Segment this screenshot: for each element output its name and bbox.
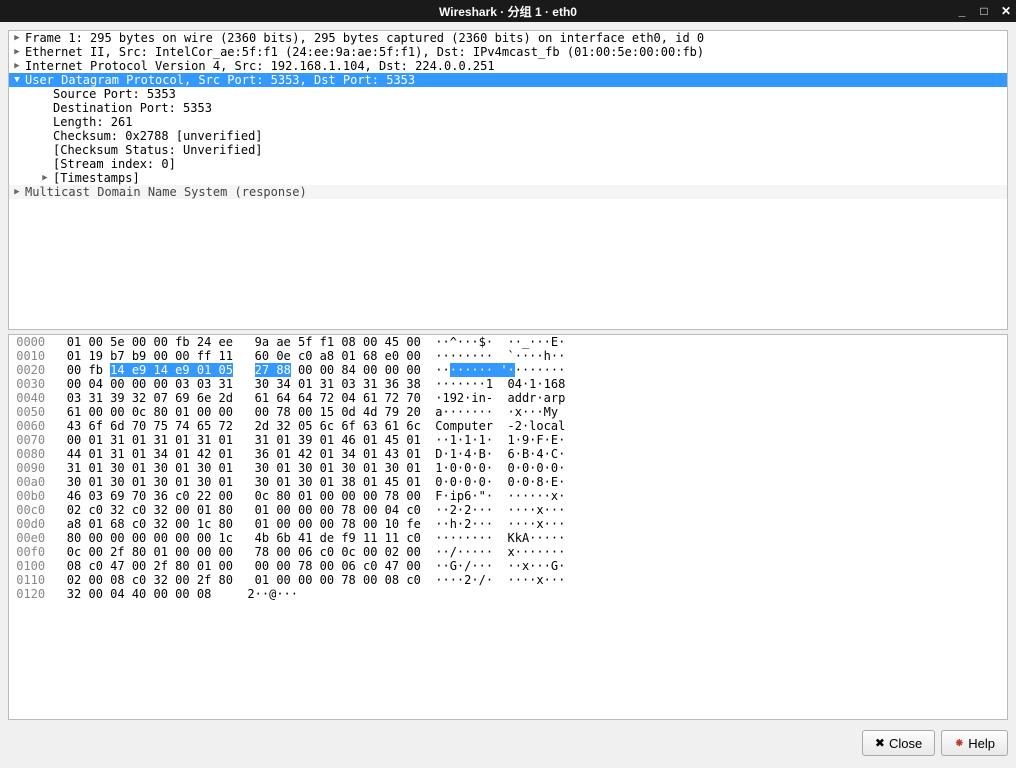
tree-row[interactable]: ▶Internet Protocol Version 4, Src: 192.1…	[9, 59, 1007, 73]
hex-row[interactable]: 00f0 0c 00 2f 80 01 00 00 00 78 00 06 c0…	[9, 545, 1007, 559]
tree-row[interactable]: ▶Frame 1: 295 bytes on wire (2360 bits),…	[9, 31, 1007, 45]
close-button[interactable]: ✖ Close	[862, 730, 935, 756]
hex-row[interactable]: 00d0 a8 01 68 c0 32 00 1c 80 01 00 00 00…	[9, 517, 1007, 531]
hex-row[interactable]: 0080 44 01 31 01 34 01 42 01 36 01 42 01…	[9, 447, 1007, 461]
tree-row[interactable]: Destination Port: 5353	[9, 101, 1007, 115]
expand-arrow-icon[interactable]: ▶	[9, 45, 25, 59]
packet-details-pane[interactable]: ▶Frame 1: 295 bytes on wire (2360 bits),…	[8, 30, 1008, 330]
help-button[interactable]: ⁕ Help	[941, 730, 1008, 756]
help-label: Help	[968, 736, 995, 751]
hex-row[interactable]: 0100 08 c0 47 00 2f 80 01 00 00 00 78 00…	[9, 559, 1007, 573]
hex-row[interactable]: 0120 32 00 04 40 00 00 08 2··@···	[9, 587, 1007, 601]
hex-row[interactable]: 0020 00 fb 14 e9 14 e9 01 05 27 88 00 00…	[9, 363, 1007, 377]
close-window-button[interactable]: ✕	[1000, 5, 1012, 17]
hex-row[interactable]: 0070 00 01 31 01 31 01 31 01 31 01 39 01…	[9, 433, 1007, 447]
expand-arrow-icon[interactable]: ▶	[9, 59, 25, 73]
hex-row[interactable]: 0030 00 04 00 00 00 03 03 31 30 34 01 31…	[9, 377, 1007, 391]
help-icon: ⁕	[954, 736, 964, 750]
tree-row[interactable]: [Stream index: 0]	[9, 157, 1007, 171]
expand-arrow-icon[interactable]: ▶	[9, 185, 25, 199]
hex-row[interactable]: 00c0 02 c0 32 c0 32 00 01 80 01 00 00 00…	[9, 503, 1007, 517]
close-label: Close	[889, 736, 922, 751]
maximize-button[interactable]: □	[978, 5, 990, 17]
hex-row[interactable]: 0040 03 31 39 32 07 69 6e 2d 61 64 64 72…	[9, 391, 1007, 405]
hex-row[interactable]: 00a0 30 01 30 01 30 01 30 01 30 01 30 01…	[9, 475, 1007, 489]
hex-row[interactable]: 00e0 80 00 00 00 00 00 00 1c 4b 6b 41 de…	[9, 531, 1007, 545]
titlebar: Wireshark · 分组 1 · eth0 _ □ ✕	[0, 0, 1016, 22]
hex-row[interactable]: 0110 02 00 08 c0 32 00 2f 80 01 00 00 00…	[9, 573, 1007, 587]
hex-row[interactable]: 0050 61 00 00 0c 80 01 00 00 00 78 00 15…	[9, 405, 1007, 419]
expand-arrow-icon[interactable]: ▶	[9, 31, 25, 45]
tree-row[interactable]: Checksum: 0x2788 [unverified]	[9, 129, 1007, 143]
hex-row[interactable]: 00b0 46 03 69 70 36 c0 22 00 0c 80 01 00…	[9, 489, 1007, 503]
close-icon: ✖	[875, 736, 885, 750]
packet-bytes-pane[interactable]: 0000 01 00 5e 00 00 fb 24 ee 9a ae 5f f1…	[8, 334, 1008, 720]
hex-row[interactable]: 0000 01 00 5e 00 00 fb 24 ee 9a ae 5f f1…	[9, 335, 1007, 349]
tree-row[interactable]: Length: 261	[9, 115, 1007, 129]
hex-row[interactable]: 0090 31 01 30 01 30 01 30 01 30 01 30 01…	[9, 461, 1007, 475]
tree-row[interactable]: ▶[Timestamps]	[9, 171, 1007, 185]
minimize-button[interactable]: _	[956, 5, 968, 17]
tree-row[interactable]: ▶Multicast Domain Name System (response)	[9, 185, 1007, 199]
window-title: Wireshark · 分组 1 · eth0	[439, 3, 577, 20]
tree-row[interactable]: [Checksum Status: Unverified]	[9, 143, 1007, 157]
expand-arrow-icon[interactable]: ▼	[9, 73, 25, 87]
hex-row[interactable]: 0060 43 6f 6d 70 75 74 65 72 2d 32 05 6c…	[9, 419, 1007, 433]
tree-row[interactable]: Source Port: 5353	[9, 87, 1007, 101]
hex-row[interactable]: 0010 01 19 b7 b9 00 00 ff 11 60 0e c0 a8…	[9, 349, 1007, 363]
tree-row[interactable]: ▼User Datagram Protocol, Src Port: 5353,…	[9, 73, 1007, 87]
tree-row[interactable]: ▶Ethernet II, Src: IntelCor_ae:5f:f1 (24…	[9, 45, 1007, 59]
